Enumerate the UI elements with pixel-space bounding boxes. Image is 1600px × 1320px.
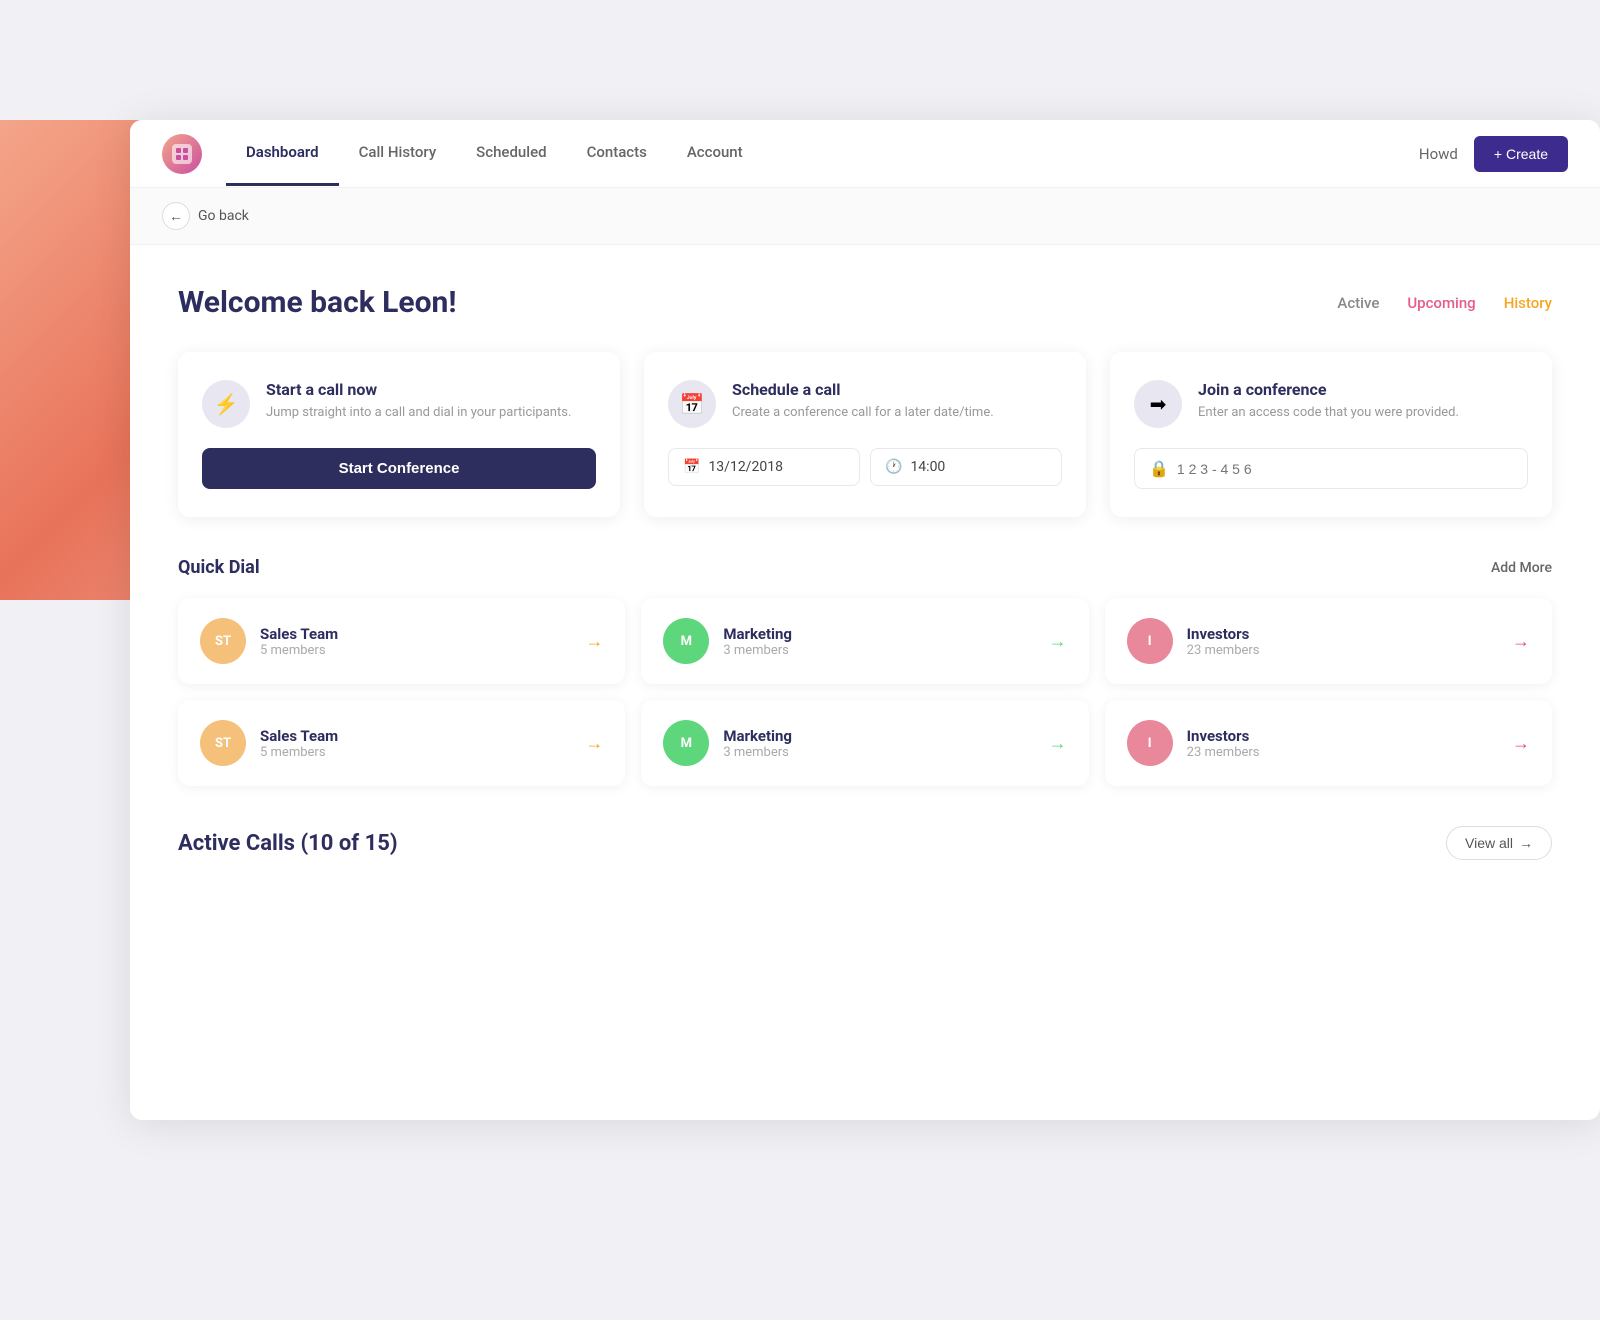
back-button[interactable]: ← Go back <box>162 202 249 230</box>
filter-active[interactable]: Active <box>1337 294 1379 312</box>
back-bar: ← Go back <box>130 188 1600 245</box>
sales-team-info-1: Sales Team 5 members <box>260 625 571 658</box>
add-more-link[interactable]: Add More <box>1491 560 1552 576</box>
join-conference-title: Join a conference <box>1198 380 1459 399</box>
investors-info-1: Investors 23 members <box>1187 625 1498 658</box>
lightning-icon: ⚡ <box>202 380 250 428</box>
nav-dashboard[interactable]: Dashboard <box>226 121 339 186</box>
greeting-text: Howd <box>1419 145 1458 163</box>
marketing-name-1: Marketing <box>723 625 1034 643</box>
time-icon: 🕐 <box>885 459 902 475</box>
quick-dial-sales-1[interactable]: ST Sales Team 5 members → <box>178 598 625 684</box>
sales-team-arrow-2: → <box>585 733 603 754</box>
quick-dial-investors-2[interactable]: I Investors 23 members → <box>1105 700 1552 786</box>
time-value: 14:00 <box>910 459 945 475</box>
investors-arrow-2: → <box>1512 733 1530 754</box>
sales-team-avatar-1: ST <box>200 618 246 664</box>
quick-dial-title: Quick Dial <box>178 557 260 578</box>
back-label: Go back <box>198 208 249 224</box>
sales-team-arrow-1: → <box>585 631 603 652</box>
investors-avatar-1: I <box>1127 618 1173 664</box>
schedule-call-header: 📅 Schedule a call Create a conference ca… <box>668 380 1062 428</box>
date-value: 13/12/2018 <box>708 459 783 475</box>
logo-icon <box>172 144 192 164</box>
investors-name-1: Investors <box>1187 625 1498 643</box>
navbar: Dashboard Call History Scheduled Contact… <box>130 120 1600 188</box>
quick-dial-grid: ST Sales Team 5 members → M Marketing 3 … <box>178 598 1552 786</box>
filter-tabs: Active Upcoming History <box>1337 294 1552 312</box>
quick-dial-marketing-2[interactable]: M Marketing 3 members → <box>641 700 1088 786</box>
calendar-icon: 📅 <box>668 380 716 428</box>
schedule-call-description: Create a conference call for a later dat… <box>732 403 994 423</box>
cards-row: ⚡ Start a call now Jump straight into a … <box>178 352 1552 517</box>
filter-upcoming[interactable]: Upcoming <box>1407 294 1475 312</box>
nav-links: Dashboard Call History Scheduled Contact… <box>226 121 1419 186</box>
investors-members-2: 23 members <box>1187 745 1498 760</box>
welcome-title: Welcome back Leon! <box>178 285 456 320</box>
nav-right: Howd + Create <box>1419 136 1568 172</box>
logo <box>162 134 202 174</box>
active-calls-title: Active Calls (10 of 15) <box>178 831 398 856</box>
access-code-field[interactable] <box>1177 461 1513 477</box>
sales-team-name-1: Sales Team <box>260 625 571 643</box>
access-code-input-box[interactable]: 🔒 <box>1134 448 1528 489</box>
schedule-inputs: 📅 13/12/2018 🕐 14:00 <box>668 448 1062 486</box>
active-calls-header: Active Calls (10 of 15) View all → <box>178 826 1552 860</box>
schedule-call-text: Schedule a call Create a conference call… <box>732 380 994 423</box>
start-call-description: Jump straight into a call and dial in yo… <box>266 403 571 423</box>
quick-dial-sales-2[interactable]: ST Sales Team 5 members → <box>178 700 625 786</box>
marketing-info-1: Marketing 3 members <box>723 625 1034 658</box>
investors-avatar-2: I <box>1127 720 1173 766</box>
nav-account[interactable]: Account <box>667 121 763 186</box>
start-call-text: Start a call now Jump straight into a ca… <box>266 380 571 423</box>
schedule-call-title: Schedule a call <box>732 380 994 399</box>
nav-call-history[interactable]: Call History <box>339 121 457 186</box>
join-conference-description: Enter an access code that you were provi… <box>1198 403 1459 423</box>
investors-arrow-1: → <box>1512 631 1530 652</box>
quick-dial-section-header: Quick Dial Add More <box>178 557 1552 578</box>
view-all-arrow-icon: → <box>1519 835 1533 851</box>
view-all-button[interactable]: View all → <box>1446 826 1552 860</box>
investors-name-2: Investors <box>1187 727 1498 745</box>
start-call-card: ⚡ Start a call now Jump straight into a … <box>178 352 620 517</box>
quick-dial-investors-1[interactable]: I Investors 23 members → <box>1105 598 1552 684</box>
start-call-title: Start a call now <box>266 380 571 399</box>
sales-team-avatar-2: ST <box>200 720 246 766</box>
join-conference-header: ➡ Join a conference Enter an access code… <box>1134 380 1528 428</box>
quick-dial-marketing-1[interactable]: M Marketing 3 members → <box>641 598 1088 684</box>
time-input[interactable]: 🕐 14:00 <box>870 448 1062 486</box>
filter-history[interactable]: History <box>1504 294 1552 312</box>
welcome-header: Welcome back Leon! Active Upcoming Histo… <box>178 285 1552 320</box>
marketing-info-2: Marketing 3 members <box>723 727 1034 760</box>
sales-team-name-2: Sales Team <box>260 727 571 745</box>
marketing-members-2: 3 members <box>723 745 1034 760</box>
marketing-avatar-1: M <box>663 618 709 664</box>
sales-team-info-2: Sales Team 5 members <box>260 727 571 760</box>
create-button[interactable]: + Create <box>1474 136 1568 172</box>
nav-contacts[interactable]: Contacts <box>567 121 667 186</box>
marketing-members-1: 3 members <box>723 643 1034 658</box>
marketing-name-2: Marketing <box>723 727 1034 745</box>
marketing-arrow-2: → <box>1049 733 1067 754</box>
investors-members-1: 23 members <box>1187 643 1498 658</box>
marketing-arrow-1: → <box>1049 631 1067 652</box>
join-icon: ➡ <box>1134 380 1182 428</box>
sales-team-members-1: 5 members <box>260 643 571 658</box>
start-conference-button[interactable]: Start Conference <box>202 448 596 489</box>
start-call-header: ⚡ Start a call now Jump straight into a … <box>202 380 596 428</box>
join-conference-text: Join a conference Enter an access code t… <box>1198 380 1459 423</box>
nav-scheduled[interactable]: Scheduled <box>456 121 566 186</box>
back-arrow-icon: ← <box>162 202 190 230</box>
date-input[interactable]: 📅 13/12/2018 <box>668 448 860 486</box>
date-icon: 📅 <box>683 459 700 475</box>
investors-info-2: Investors 23 members <box>1187 727 1498 760</box>
app-container: Dashboard Call History Scheduled Contact… <box>130 120 1600 1120</box>
schedule-call-card: 📅 Schedule a call Create a conference ca… <box>644 352 1086 517</box>
sales-team-members-2: 5 members <box>260 745 571 760</box>
join-conference-card: ➡ Join a conference Enter an access code… <box>1110 352 1552 517</box>
lock-icon: 🔒 <box>1149 459 1169 478</box>
marketing-avatar-2: M <box>663 720 709 766</box>
main-content: Welcome back Leon! Active Upcoming Histo… <box>130 245 1600 900</box>
view-all-label: View all <box>1465 835 1513 851</box>
